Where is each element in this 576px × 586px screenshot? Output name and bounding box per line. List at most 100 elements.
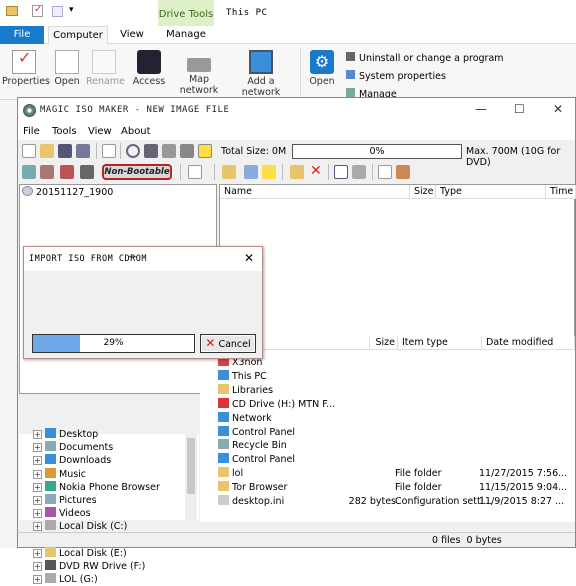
file-row[interactable]: Libraries bbox=[218, 383, 273, 397]
cd-icon bbox=[22, 186, 33, 196]
file-row[interactable]: lol bbox=[218, 467, 243, 480]
bootable-status-button[interactable]: Non-Bootable bbox=[102, 164, 172, 180]
column-name[interactable]: Name bbox=[220, 185, 410, 199]
tree-item[interactable]: + Documents bbox=[33, 441, 113, 454]
local-folder-tree[interactable]: + Desktop + Documents + Downloads + Music + Nokia… bbox=[19, 428, 199, 585]
open-folder-icon[interactable] bbox=[40, 144, 54, 158]
add-files-icon[interactable] bbox=[244, 165, 258, 179]
tab-computer[interactable]: Computer bbox=[48, 26, 108, 44]
column-time[interactable]: Time bbox=[546, 185, 576, 199]
tree-item[interactable]: + Pictures bbox=[33, 494, 97, 507]
folder-icon bbox=[45, 546, 56, 557]
expand-icon[interactable]: + bbox=[33, 482, 42, 492]
cancel-button[interactable]: ✕ Cancel bbox=[200, 334, 256, 353]
boot-delete-icon[interactable] bbox=[60, 165, 74, 179]
dialog-close-icon[interactable]: ✕ bbox=[244, 251, 254, 265]
saveas-icon[interactable] bbox=[76, 144, 90, 158]
tree-item[interactable]: + Nokia Phone Browser bbox=[33, 480, 160, 494]
up-folder-icon[interactable] bbox=[222, 165, 236, 179]
boot-add-icon[interactable] bbox=[22, 165, 36, 179]
menu-file[interactable]: File bbox=[23, 126, 40, 137]
gear-icon: ⚙ bbox=[310, 50, 334, 74]
boot-extract-icon[interactable] bbox=[40, 165, 54, 179]
drive-tools-context-tab[interactable]: Drive Tools bbox=[158, 0, 214, 28]
local-file-list[interactable]: Size Item type Date modified X3non This P… bbox=[200, 336, 575, 522]
file-row[interactable]: CD Drive (H:) MTN F... bbox=[218, 397, 335, 411]
tree-item[interactable]: + Videos bbox=[33, 507, 91, 520]
tree-item[interactable]: + LOL (G:) bbox=[33, 573, 98, 586]
tab-view[interactable]: View bbox=[112, 26, 152, 44]
add-location-button[interactable]: Add a network bbox=[230, 50, 292, 98]
expand-icon[interactable]: + bbox=[33, 522, 42, 532]
expand-icon[interactable]: + bbox=[33, 548, 42, 558]
map-drive-button[interactable]: Map network bbox=[170, 50, 228, 96]
new-icon[interactable] bbox=[22, 144, 36, 158]
open-settings-button[interactable]: ⚙ Open bbox=[304, 50, 340, 87]
properties-tool-icon[interactable] bbox=[102, 144, 116, 158]
file-row[interactable]: Control Panel bbox=[218, 425, 295, 439]
tree-root-item[interactable]: 20151127_1900 bbox=[22, 186, 113, 199]
file-row[interactable]: Network bbox=[218, 411, 272, 425]
file-icon bbox=[218, 397, 229, 408]
expand-icon[interactable]: + bbox=[33, 509, 42, 519]
properties-page-icon[interactable] bbox=[378, 165, 392, 179]
layout-toggle-icon[interactable] bbox=[198, 144, 212, 158]
folder-icon bbox=[45, 507, 56, 518]
properties-qat-icon[interactable]: ✓ bbox=[32, 4, 43, 17]
expand-icon[interactable]: + bbox=[33, 443, 42, 453]
file-row[interactable]: Recycle Bin bbox=[218, 439, 287, 452]
file-row[interactable]: Tor Browser bbox=[218, 481, 287, 494]
save-icon[interactable] bbox=[58, 144, 72, 158]
burn-icon[interactable] bbox=[162, 144, 176, 158]
expand-icon[interactable]: + bbox=[33, 469, 42, 479]
new-directory-icon[interactable] bbox=[290, 165, 304, 179]
extract-icon[interactable] bbox=[144, 144, 158, 158]
dialog-minimize-icon[interactable]: — bbox=[128, 252, 137, 262]
refresh-icon[interactable] bbox=[126, 144, 140, 158]
menu-view[interactable]: View bbox=[88, 126, 112, 137]
hide-icon[interactable] bbox=[352, 165, 366, 179]
column-local-item-type[interactable]: Item type bbox=[398, 336, 482, 350]
expand-icon[interactable]: + bbox=[33, 575, 42, 585]
file-row[interactable]: Control Panel bbox=[218, 453, 295, 466]
maximize-icon[interactable]: ☐ bbox=[514, 102, 525, 116]
tab-file[interactable]: File bbox=[0, 26, 44, 44]
new-folder-qat-icon[interactable] bbox=[52, 6, 63, 17]
column-local-date[interactable]: Date modified bbox=[482, 336, 575, 350]
expand-icon[interactable]: + bbox=[33, 456, 42, 466]
delete-icon[interactable]: ✕ bbox=[310, 163, 322, 179]
tree-item[interactable]: + Music bbox=[33, 467, 86, 481]
close-icon[interactable]: ✕ bbox=[553, 102, 563, 116]
minimize-icon[interactable]: — bbox=[475, 102, 487, 116]
expand-icon[interactable]: + bbox=[33, 496, 42, 505]
tab-manage[interactable]: Manage bbox=[160, 26, 212, 44]
rename-button[interactable]: Rename bbox=[86, 50, 125, 87]
text-view-icon[interactable] bbox=[334, 165, 348, 179]
open-button[interactable]: Open bbox=[52, 50, 82, 87]
column-type[interactable]: Type bbox=[436, 185, 546, 199]
boot-save-icon[interactable] bbox=[80, 165, 94, 179]
settings-icon[interactable] bbox=[396, 165, 410, 179]
file-row[interactable]: This PC bbox=[218, 369, 267, 383]
file-row[interactable]: desktop.ini bbox=[218, 495, 284, 508]
find-icon[interactable] bbox=[188, 165, 202, 179]
expand-icon[interactable]: + bbox=[33, 562, 42, 571]
tree-scrollbar[interactable] bbox=[185, 434, 197, 520]
tree-item[interactable]: + Downloads bbox=[33, 454, 111, 467]
menu-about[interactable]: About bbox=[121, 126, 151, 137]
folder-icon bbox=[45, 480, 56, 491]
tree-item[interactable]: + Desktop bbox=[33, 428, 98, 441]
qat-dropdown-icon[interactable]: ▾ bbox=[69, 5, 74, 15]
rename-file-icon[interactable] bbox=[262, 165, 276, 179]
properties-button[interactable]: ✓ Properties bbox=[2, 50, 50, 88]
tree-item[interactable]: + Local Disk (E:) bbox=[33, 546, 127, 560]
expand-icon[interactable]: + bbox=[33, 430, 42, 439]
column-local-size[interactable]: Size bbox=[370, 336, 398, 350]
column-size[interactable]: Size bbox=[410, 185, 436, 199]
menu-tools[interactable]: Tools bbox=[52, 126, 77, 137]
access-media-button[interactable]: Access bbox=[128, 50, 170, 87]
tree-item[interactable]: + DVD RW Drive (F:) bbox=[33, 560, 145, 573]
mount-icon[interactable] bbox=[180, 144, 194, 158]
system-properties-link[interactable]: System properties bbox=[346, 70, 446, 82]
uninstall-link[interactable]: Uninstall or change a program bbox=[346, 52, 504, 64]
